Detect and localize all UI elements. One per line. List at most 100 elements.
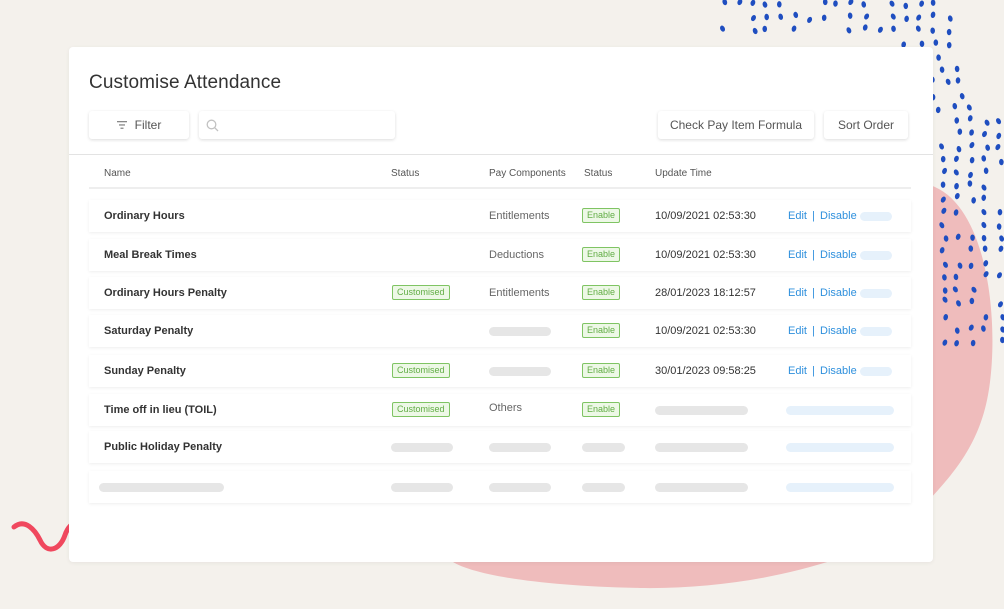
- row-pay-component: Others: [489, 402, 523, 414]
- decoration-dot: [981, 209, 987, 216]
- row-name: Time off in lieu (TOIL): [104, 404, 217, 416]
- decoration-dot: [982, 130, 987, 138]
- edit-link[interactable]: Edit: [788, 249, 807, 261]
- decoration-dot: [764, 13, 769, 21]
- enable-status-badge: Enable: [582, 323, 621, 338]
- enable-status-badge: Enable: [582, 402, 621, 417]
- decoration-dot: [969, 156, 975, 164]
- decoration-dot: [791, 25, 797, 32]
- decoration-dot: [983, 260, 989, 267]
- decoration-dot: [941, 207, 947, 214]
- filter-label: Filter: [134, 118, 162, 132]
- decoration-dot: [846, 27, 852, 34]
- decoration-dot: [959, 93, 965, 100]
- edit-link[interactable]: Edit: [788, 287, 807, 299]
- decoration-dot: [877, 26, 883, 33]
- decoration-dot: [996, 272, 1002, 279]
- decoration-dot: [947, 15, 953, 22]
- search-box[interactable]: [199, 111, 395, 139]
- decoration-dot: [968, 245, 974, 252]
- decoration-dot: [861, 1, 867, 8]
- customised-status-badge: Customised: [392, 402, 450, 417]
- attendance-card: Customise Attendance Filter Check Pay It…: [69, 47, 933, 562]
- placeholder-bar: [655, 483, 748, 492]
- decoration-dot: [930, 11, 936, 18]
- decoration-dot: [915, 25, 921, 32]
- placeholder-bar: [489, 443, 551, 452]
- table-row[interactable]: Sunday Penalty Customised Enable 30/01/2…: [89, 355, 911, 387]
- table-row[interactable]: Ordinary Hours Entitlements Enable 10/09…: [89, 200, 911, 232]
- disable-link[interactable]: Disable: [820, 365, 857, 377]
- disable-link[interactable]: Disable: [820, 249, 857, 261]
- decoration-dot: [999, 158, 1004, 166]
- row-name: Ordinary Hours Penalty: [104, 287, 227, 299]
- decoration-dot: [955, 233, 961, 240]
- decoration-dot: [833, 0, 838, 7]
- decoration-dot: [982, 245, 988, 252]
- table-row[interactable]: Ordinary Hours Penalty Customised Entitl…: [89, 277, 911, 309]
- decoration-dot: [954, 65, 960, 73]
- decoration-dot: [793, 11, 799, 19]
- decoration-dot: [983, 271, 989, 278]
- decoration-dot: [954, 183, 959, 190]
- decoration-dot: [933, 39, 939, 46]
- decoration-dot: [891, 25, 896, 32]
- decoration-dot: [996, 223, 1002, 230]
- decoration-dot: [722, 0, 728, 6]
- placeholder-bar: [582, 443, 625, 452]
- customised-status-badge: Customised: [392, 285, 450, 300]
- disable-link[interactable]: Disable: [820, 287, 857, 299]
- decoration-dot: [984, 119, 990, 126]
- decoration-dot: [919, 0, 925, 7]
- search-input[interactable]: [225, 115, 389, 137]
- decoration-dot: [776, 1, 782, 8]
- decoration-dot: [956, 146, 962, 153]
- decoration-dot: [890, 13, 896, 20]
- disable-link[interactable]: Disable: [820, 210, 857, 222]
- decoration-dot: [945, 78, 951, 85]
- table-row[interactable]: Saturday Penalty Enable 10/09/2021 02:53…: [89, 315, 911, 347]
- placeholder-bar: [391, 483, 453, 492]
- decoration-dot: [981, 221, 987, 229]
- row-name: Public Holiday Penalty: [104, 441, 222, 453]
- row-name: Sunday Penalty: [104, 365, 186, 377]
- decoration-dot: [998, 245, 1004, 252]
- row-update-time: 30/01/2023 09:58:25: [655, 365, 756, 377]
- decoration-dot: [1000, 326, 1004, 333]
- decoration-dot: [942, 274, 947, 281]
- decoration-dot: [942, 339, 948, 346]
- table-row[interactable]: Meal Break Times Deductions Enable 10/09…: [89, 239, 911, 271]
- disable-link[interactable]: Disable: [820, 325, 857, 337]
- row-pay-component: Entitlements: [489, 287, 550, 299]
- table-row[interactable]: Time off in lieu (TOIL) Customised Other…: [89, 394, 911, 426]
- decoration-dot: [981, 325, 986, 332]
- edit-link[interactable]: Edit: [788, 365, 807, 377]
- column-header-pay-components: Pay Components: [489, 168, 566, 179]
- decoration-dot: [904, 15, 909, 23]
- decoration-dot: [821, 14, 827, 21]
- decoration-dot: [930, 27, 935, 34]
- decoration-dot: [1000, 314, 1004, 321]
- decoration-dot: [762, 25, 768, 33]
- decoration-dot: [822, 0, 828, 6]
- decoration-dot: [889, 0, 895, 7]
- placeholder-bar: [489, 367, 551, 376]
- decoration-dot: [936, 54, 941, 61]
- decoration-dot: [983, 314, 989, 321]
- sort-order-button[interactable]: Sort Order: [824, 111, 908, 139]
- edit-link[interactable]: Edit: [788, 210, 807, 222]
- check-pay-item-formula-button[interactable]: Check Pay Item Formula: [658, 111, 814, 139]
- decoration-dot: [995, 118, 1002, 125]
- decoration-dot: [943, 235, 949, 242]
- filter-button[interactable]: Filter: [89, 111, 189, 139]
- edit-link[interactable]: Edit: [788, 325, 807, 337]
- decoration-dot: [939, 143, 944, 150]
- decoration-dot: [940, 155, 946, 163]
- decoration-dot: [985, 144, 991, 151]
- table-row[interactable]: Public Holiday Penalty: [89, 431, 911, 463]
- decoration-dot: [999, 235, 1004, 242]
- decoration-dot: [942, 167, 947, 175]
- filter-icon: [116, 121, 127, 129]
- decoration-dot: [981, 155, 987, 162]
- placeholder-bar: [489, 327, 551, 336]
